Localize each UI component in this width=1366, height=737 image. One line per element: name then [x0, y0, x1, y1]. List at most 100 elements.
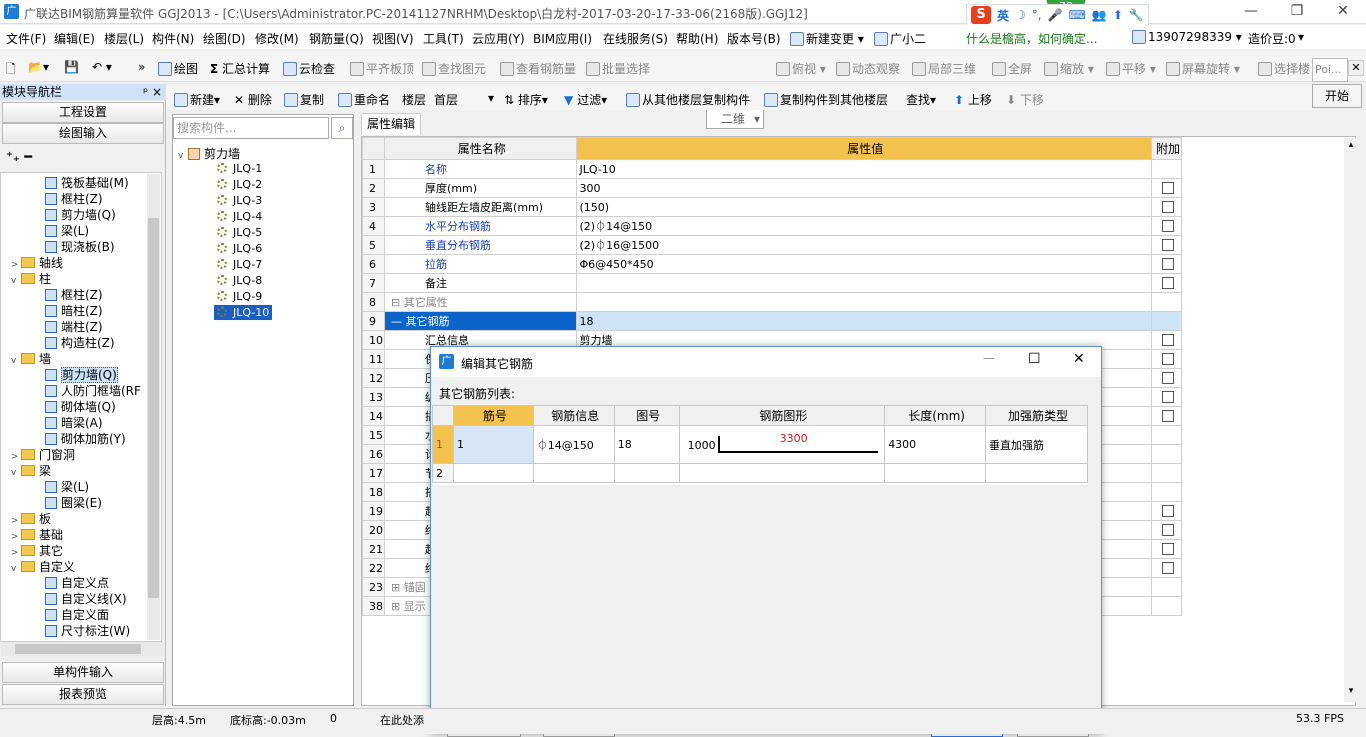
extra-checkbox[interactable] — [1161, 542, 1174, 555]
property-row[interactable]: 7 备注 — [361, 273, 1183, 293]
pin-icon[interactable]: ᵖ × — [143, 84, 162, 100]
nav-tree-item[interactable]: 人防门框墙(RF — [45, 383, 141, 399]
draw-button[interactable]: 绘图 — [158, 60, 198, 77]
bar-no-cell[interactable]: 1 — [452, 425, 534, 464]
cloud-check-button[interactable]: 云检查 — [283, 60, 335, 77]
chevron-down-icon[interactable]: v — [178, 151, 188, 161]
length-cell[interactable]: 4300 — [884, 425, 987, 464]
sort-button[interactable]: ⇅ 排序▾ — [504, 91, 548, 108]
component-root[interactable]: v 剪力墙 — [178, 145, 240, 162]
nav-tree-item[interactable]: 构造柱(Z) — [45, 335, 115, 351]
property-value[interactable]: (150) — [575, 197, 1152, 217]
bar-info-cell[interactable]: ⏀14@150 — [532, 425, 615, 464]
price-beans[interactable]: 造价豆:0 — [1248, 30, 1296, 47]
nav-tree-hscrollbar[interactable] — [1, 642, 164, 656]
nav-tree-item[interactable]: 尺寸标注(W) — [45, 623, 130, 639]
find-element-button[interactable]: 查找图元 — [422, 60, 486, 77]
property-value[interactable]: (2)⏀16@1500 — [575, 235, 1152, 255]
copy-from-floor-button[interactable]: 从其他楼层复制构件 — [626, 91, 750, 108]
moon-icon[interactable]: ☽ — [1015, 8, 1026, 22]
fullscreen-button[interactable]: 全屏 — [992, 60, 1032, 77]
copy-component-button[interactable]: 复制 — [284, 91, 324, 108]
component-item[interactable]: JLQ-1 — [214, 161, 265, 176]
nav-tree-item[interactable]: v梁 — [11, 463, 51, 479]
property-row[interactable]: 5 垂直分布钢筋 (2)⏀16@1500 — [361, 235, 1183, 255]
fig-no-cell[interactable]: 18 — [613, 425, 680, 464]
copy-to-floor-button[interactable]: 复制构件到其他楼层 — [764, 91, 888, 108]
nav-tree-item[interactable]: 剪力墙(Q) — [45, 207, 116, 223]
nav-tree-item[interactable]: 砌体墙(Q) — [45, 399, 116, 415]
menu-floor[interactable]: 楼层(L) — [104, 30, 144, 47]
property-value[interactable] — [575, 292, 1152, 312]
more-icon[interactable]: » — [138, 60, 145, 74]
chevron-down-icon[interactable]: v — [11, 353, 21, 369]
extra-checkbox[interactable] — [1161, 219, 1174, 232]
nav-tree-item[interactable]: > 门窗洞 — [11, 447, 75, 463]
tip-link[interactable]: 什么是檐高，如何确定... — [966, 30, 1097, 47]
move-up-button[interactable]: ⬆ 上移 — [954, 91, 992, 108]
find-button[interactable]: 查找▾ — [906, 91, 936, 108]
chevron-down-icon[interactable]: v — [11, 273, 21, 289]
property-value[interactable]: Φ6@450*450 — [575, 254, 1152, 274]
nav-tree-item[interactable]: > 其它 — [11, 543, 63, 559]
batch-select-button[interactable]: 批量选择 — [586, 60, 650, 77]
engineering-settings-button[interactable]: 工程设置 — [2, 102, 164, 123]
save-icon[interactable]: 💾 — [64, 60, 79, 74]
component-item[interactable]: JLQ-5 — [214, 225, 265, 240]
nav-tree-item[interactable]: > 轴线 — [11, 255, 63, 271]
extra-checkbox[interactable] — [1161, 200, 1174, 213]
menu-modify[interactable]: 修改(M) — [255, 30, 299, 47]
extra-checkbox[interactable] — [1161, 504, 1174, 517]
upload-icon[interactable]: ⬆ — [1113, 8, 1123, 22]
extra-checkbox[interactable] — [1161, 352, 1174, 365]
extra-checkbox[interactable] — [1161, 561, 1174, 574]
property-row[interactable]: 1 名称 JLQ-10 — [361, 159, 1183, 179]
expand-collapse-icons[interactable]: ⁺₊ ━ — [6, 150, 32, 165]
nav-tree-item[interactable]: > 板 — [11, 511, 51, 527]
local-3d-button[interactable]: 局部三维 — [912, 60, 976, 77]
extra-checkbox[interactable] — [1161, 371, 1174, 384]
bar-shape-cell[interactable]: 1000 3300 — [678, 425, 886, 464]
zoom-button[interactable]: 缩放 ▾ — [1044, 60, 1094, 77]
sogou-icon[interactable]: S — [971, 6, 991, 24]
extra-checkbox[interactable] — [1161, 276, 1174, 289]
pan-button[interactable]: 平移 ▾ — [1106, 60, 1156, 77]
close-panel-icon[interactable]: ✕ — [1348, 60, 1364, 76]
open-folder-icon[interactable]: 📂▾ — [28, 60, 49, 74]
menu-bim[interactable]: BIM应用(I) — [533, 30, 592, 47]
nav-tree-item[interactable]: 自定义面 — [45, 607, 109, 623]
property-value[interactable]: 18 — [575, 311, 1152, 331]
menu-edit[interactable]: 编辑(E) — [54, 30, 95, 47]
component-search-input[interactable]: 搜索构件... — [173, 117, 329, 139]
view-rebar-button[interactable]: 查看钢筋量 — [500, 60, 576, 77]
dialog-maximize-icon[interactable]: ☐ — [1028, 351, 1041, 367]
property-grid-scrollbar[interactable]: ▴ ▾ — [1344, 138, 1358, 702]
ime-language[interactable]: 英 — [997, 7, 1009, 24]
extra-checkbox[interactable] — [1161, 238, 1174, 251]
menu-new-change[interactable]: 新建变更 ▾ — [790, 30, 864, 47]
move-down-button[interactable]: ⬇ 下移 — [1006, 91, 1044, 108]
component-item[interactable]: JLQ-8 — [214, 273, 265, 288]
select-floor-button[interactable]: 选择楼 — [1258, 60, 1310, 77]
drawing-input-button[interactable]: 绘图输入 — [2, 123, 164, 144]
nav-tree-item[interactable]: 筏板基础(M) — [45, 175, 129, 191]
property-row[interactable]: 6 拉筋 Φ6@450*450 — [361, 254, 1183, 274]
component-item[interactable]: JLQ-9 — [214, 289, 265, 304]
property-value[interactable] — [575, 273, 1152, 293]
restore-icon[interactable]: ❐ — [1274, 0, 1320, 24]
wrench-icon[interactable]: 🔧 — [1129, 8, 1144, 22]
view-mode-select[interactable]: 二维 ▾ — [706, 109, 764, 129]
reinforce-type-cell[interactable]: 垂直加强筋 — [985, 425, 1088, 464]
component-item[interactable]: JLQ-3 — [214, 193, 265, 208]
menu-help[interactable]: 帮助(H) — [676, 30, 718, 47]
nav-tree-item[interactable]: 框柱(Z) — [45, 191, 103, 207]
nav-tree-item[interactable]: 自定义点 — [45, 575, 109, 591]
component-item[interactable]: JLQ-7 — [214, 257, 265, 272]
nav-tree-item[interactable]: 现浇板(B) — [45, 239, 115, 255]
orbit-button[interactable]: 动态观察 — [836, 60, 900, 77]
menu-tools[interactable]: 工具(T) — [423, 30, 464, 47]
minimize-icon[interactable]: — — [1228, 0, 1274, 24]
component-item[interactable]: JLQ-4 — [214, 209, 265, 224]
filter-button[interactable]: ▼ 过滤▾ — [564, 91, 607, 108]
component-item[interactable]: JLQ-2 — [214, 177, 265, 192]
